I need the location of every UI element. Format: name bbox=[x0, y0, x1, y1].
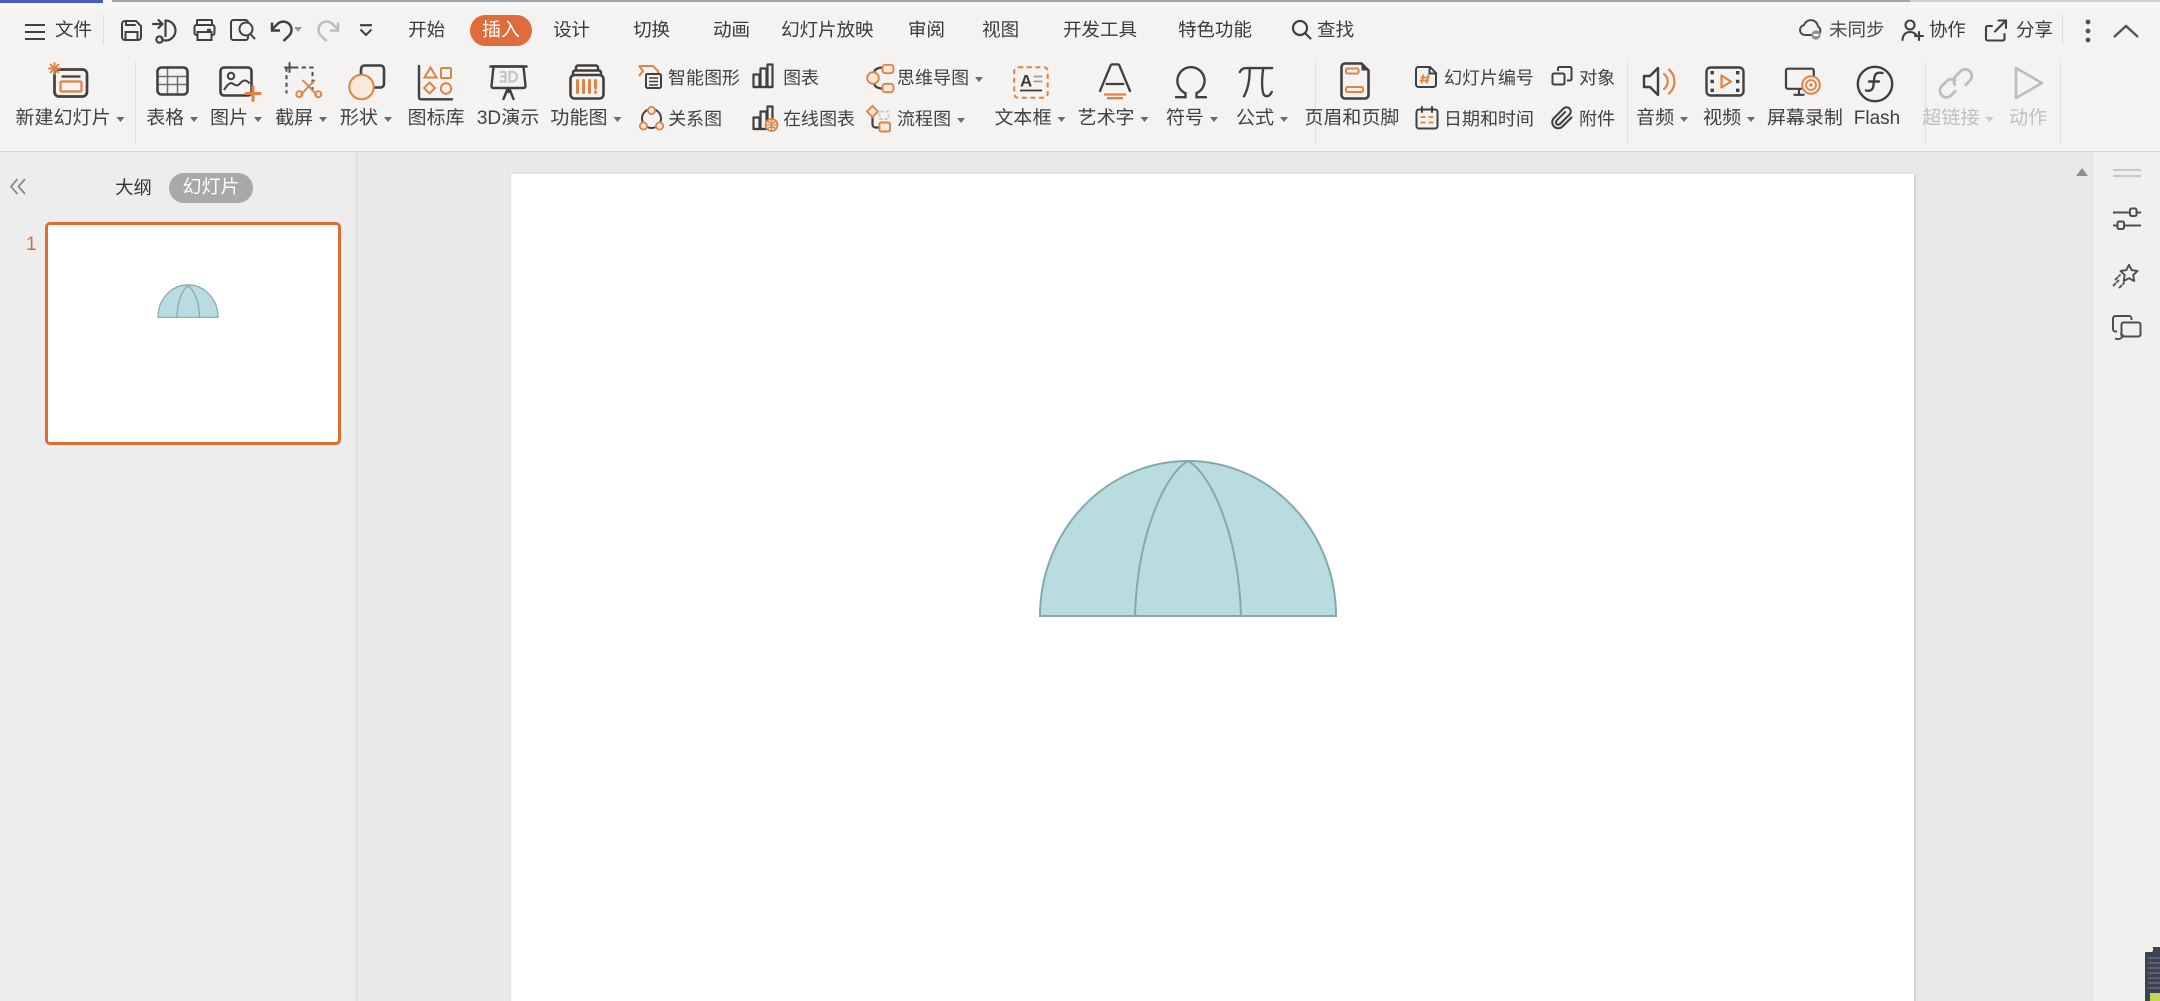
svg-text:A: A bbox=[1020, 72, 1032, 91]
